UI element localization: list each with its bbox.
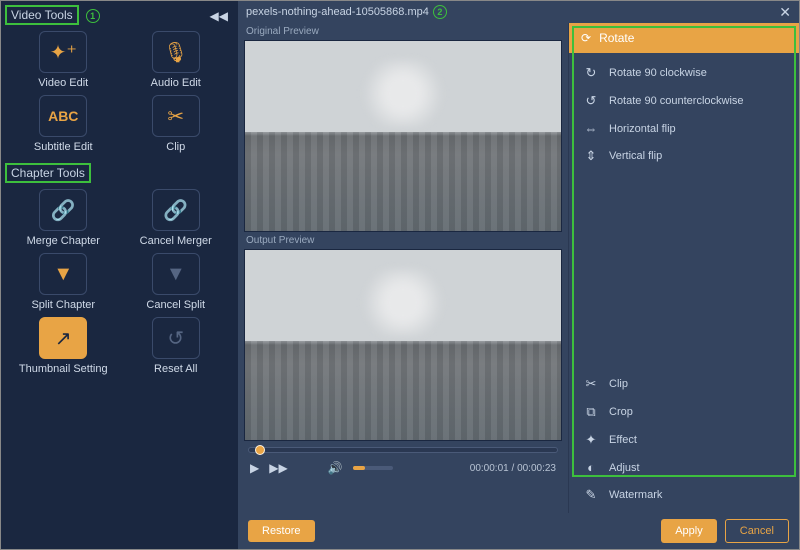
tool-video-edit[interactable]: ✦⁺ Video Edit <box>17 31 110 89</box>
tool-subtitle-edit[interactable]: ABC Subtitle Edit <box>17 95 110 153</box>
panel-effect[interactable]: ✦ Effect <box>569 426 799 454</box>
video-tools-header: Video Tools <box>5 5 79 25</box>
tool-label: Reset All <box>130 363 223 375</box>
tool-row-label: Crop <box>609 406 633 418</box>
restore-button[interactable]: Restore <box>248 520 315 542</box>
thumbnail-icon: ↗ <box>55 326 72 351</box>
filename-text: pexels-nothing-ahead-10505868.mp4 <box>246 6 429 18</box>
tool-label: Audio Edit <box>130 77 223 89</box>
tool-row-label: Watermark <box>609 489 662 501</box>
option-label: Rotate 90 counterclockwise <box>609 95 744 107</box>
flip-v-icon: ⇕ <box>583 148 599 164</box>
unlink-icon: 🔗 <box>163 198 188 223</box>
rotate-cw-icon: ↻ <box>583 65 599 81</box>
tool-label: Split Chapter <box>17 299 110 311</box>
chapter-tools-grid: 🔗 Merge Chapter 🔗 Cancel Merger ▼ Split … <box>5 183 234 385</box>
footer: Restore Apply Cancel <box>238 513 799 549</box>
original-preview <box>244 40 562 232</box>
time-display: 00:00:01 / 00:00:23 <box>470 463 556 474</box>
volume-slider[interactable] <box>353 466 393 470</box>
tool-label: Clip <box>130 141 223 153</box>
vertical-flip[interactable]: ⇕ Vertical flip <box>569 142 799 170</box>
abc-icon: ABC <box>48 108 78 124</box>
main-panel: pexels-nothing-ahead-10505868.mp4 2 ✕ Or… <box>238 1 799 549</box>
panel-clip[interactable]: ✂ Clip <box>569 370 799 398</box>
tool-label: Thumbnail Setting <box>17 363 110 375</box>
scissors-icon: ✂ <box>583 376 599 392</box>
wand-icon: ✦⁺ <box>50 40 77 65</box>
reset-icon: ↺ <box>167 326 184 351</box>
watermark-icon: ✎ <box>583 487 599 503</box>
step-button[interactable]: ▶▶ <box>269 461 287 475</box>
rotate-90-cw[interactable]: ↻ Rotate 90 clockwise <box>569 59 799 87</box>
timeline-slider[interactable] <box>248 447 558 453</box>
sidebar: Video Tools 1 ◀◀ ✦⁺ Video Edit 🎙 Audio E… <box>1 1 238 549</box>
tool-reset-all[interactable]: ↺ Reset All <box>130 317 223 375</box>
split-icon: ▼ <box>53 263 73 286</box>
output-preview <box>244 249 562 441</box>
flip-h-icon: ⇔ <box>583 121 599 136</box>
tool-split-chapter[interactable]: ▼ Split Chapter <box>17 253 110 311</box>
tool-cancel-split[interactable]: ▼ Cancel Split <box>130 253 223 311</box>
tool-label: Cancel Merger <box>130 235 223 247</box>
right-panel: ⟳ Rotate ↻ Rotate 90 clockwise ↺ Rotate 90… <box>568 23 799 513</box>
option-label: Horizontal flip <box>609 123 676 135</box>
tool-label: Subtitle Edit <box>17 141 110 153</box>
rotate-header[interactable]: ⟳ Rotate <box>569 23 799 53</box>
horizontal-flip[interactable]: ⇔ Horizontal flip <box>569 115 799 142</box>
panel-crop[interactable]: ⧉ Crop <box>569 398 799 426</box>
scissors-icon: ✂ <box>167 104 184 129</box>
rotate-header-label: Rotate <box>599 31 634 45</box>
tool-thumbnail-setting[interactable]: ↗ Thumbnail Setting <box>17 317 110 375</box>
tool-clip[interactable]: ✂ Clip <box>130 95 223 153</box>
panel-watermark[interactable]: ✎ Watermark <box>569 481 799 509</box>
tool-cancel-merger[interactable]: 🔗 Cancel Merger <box>130 189 223 247</box>
close-icon[interactable]: ✕ <box>779 4 791 21</box>
panel-adjust[interactable]: ◐ Adjust <box>569 454 799 481</box>
tool-merge-chapter[interactable]: 🔗 Merge Chapter <box>17 189 110 247</box>
effect-icon: ✦ <box>583 432 599 448</box>
unsplit-icon: ▼ <box>166 263 186 286</box>
rotate-90-ccw[interactable]: ↺ Rotate 90 counterclockwise <box>569 87 799 115</box>
output-preview-label: Output Preview <box>244 232 562 249</box>
play-button[interactable]: ▶ <box>250 461 259 475</box>
apply-button[interactable]: Apply <box>661 519 717 543</box>
mic-icon: 🎙 <box>163 40 188 65</box>
tool-row-label: Effect <box>609 434 637 446</box>
cancel-button[interactable]: Cancel <box>725 519 789 543</box>
video-tools-grid: ✦⁺ Video Edit 🎙 Audio Edit ABC Subtitle … <box>5 25 234 163</box>
tool-label: Cancel Split <box>130 299 223 311</box>
adjust-icon: ◐ <box>583 460 599 475</box>
tool-audio-edit[interactable]: 🎙 Audio Edit <box>130 31 223 89</box>
tool-label: Merge Chapter <box>17 235 110 247</box>
annotation-badge-1: 1 <box>86 9 100 23</box>
tool-row-label: Adjust <box>609 462 640 474</box>
title-bar: pexels-nothing-ahead-10505868.mp4 2 ✕ <box>238 1 799 23</box>
rotate-ccw-icon: ↺ <box>583 93 599 109</box>
chapter-tools-header: Chapter Tools <box>5 163 91 183</box>
option-label: Rotate 90 clockwise <box>609 67 707 79</box>
tool-row-label: Clip <box>609 378 628 390</box>
collapse-icon[interactable]: ◀◀ <box>210 9 228 23</box>
volume-icon[interactable]: 🔊 <box>328 461 343 475</box>
rotate-icon: ⟳ <box>581 31 591 45</box>
link-icon: 🔗 <box>51 198 76 223</box>
original-preview-label: Original Preview <box>244 23 562 40</box>
crop-icon: ⧉ <box>583 404 599 420</box>
option-label: Vertical flip <box>609 150 662 162</box>
preview-column: Original Preview Output Preview ▶ ▶▶ 🔊 0… <box>238 23 568 513</box>
tool-label: Video Edit <box>17 77 110 89</box>
annotation-badge-2: 2 <box>433 5 447 19</box>
